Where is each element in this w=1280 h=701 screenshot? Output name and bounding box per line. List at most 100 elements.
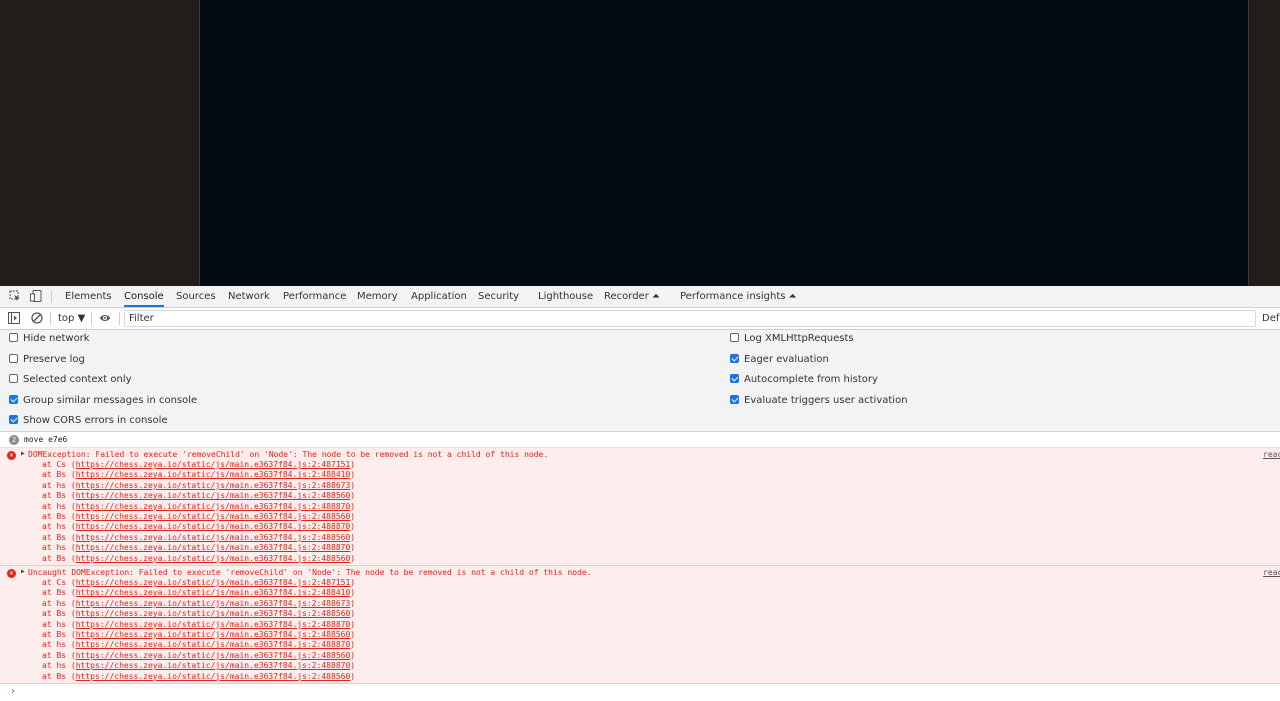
frame-function: hs <box>56 619 67 629</box>
right-panel <box>1249 0 1280 286</box>
error-icon: ✕ <box>7 569 16 578</box>
checkbox[interactable] <box>730 394 739 404</box>
error-message[interactable]: ✕ ▶ DOMException: Failed to execute 'remov… <box>0 448 1280 566</box>
frame-link[interactable]: https://chess.zeya.io/static/js/main.e36… <box>76 620 351 629</box>
filter-input[interactable]: Filter <box>124 310 1256 327</box>
frame-link[interactable]: https://chess.zeya.io/static/js/main.e36… <box>76 672 351 681</box>
setting-right-option[interactable]: Log XMLHttpRequests <box>730 332 854 346</box>
frame-link[interactable]: https://chess.zeya.io/static/js/main.e36… <box>76 533 351 542</box>
error-message[interactable]: ✕ ▶ Uncaught DOMException: Failed to execu… <box>0 566 1280 684</box>
expand-triangle-icon[interactable]: ▶ <box>21 568 25 575</box>
frame-function: hs <box>56 661 67 671</box>
checkbox[interactable] <box>9 353 18 363</box>
frame-link[interactable]: https://chess.zeya.io/static/js/main.e36… <box>76 470 351 479</box>
tab-application[interactable]: Application <box>411 286 467 307</box>
repeat-count-badge: 2 <box>9 435 19 445</box>
checkbox[interactable] <box>9 374 18 383</box>
expand-triangle-icon[interactable]: ▶ <box>21 450 25 457</box>
setting-left-option[interactable]: Hide network <box>9 332 90 346</box>
stack-frame: at Cs (https://chess.zeya.io/static/js/m… <box>42 578 356 587</box>
frame-function: Bs <box>56 629 67 639</box>
board-area[interactable] <box>199 0 1249 286</box>
stack-frame: at Bs (https://chess.zeya.io/static/js/m… <box>42 491 356 501</box>
page-viewport <box>0 0 1280 286</box>
eye-icon[interactable] <box>99 312 111 324</box>
tab-security[interactable]: Security <box>478 286 519 307</box>
clear-console-icon[interactable] <box>31 312 43 324</box>
checkbox[interactable] <box>730 333 739 342</box>
frame-function: Bs <box>56 671 67 681</box>
stack-frame: at hs (https://chess.zeya.io/static/js/m… <box>42 619 356 629</box>
option-label: Log XMLHttpRequests <box>744 333 854 344</box>
frame-link[interactable]: https://chess.zeya.io/static/js/main.e36… <box>76 651 351 660</box>
frame-link[interactable]: https://chess.zeya.io/static/js/main.e36… <box>76 578 351 587</box>
tab-elements[interactable]: Elements <box>65 286 112 307</box>
stack-trace: at Cs (https://chess.zeya.io/static/js/m… <box>42 460 355 564</box>
frame-function: Bs <box>56 650 67 660</box>
frame-link[interactable]: https://chess.zeya.io/static/js/main.e36… <box>76 481 351 490</box>
sidebar-toggle-icon[interactable] <box>8 312 20 324</box>
option-label: Evaluate triggers user activation <box>744 394 908 406</box>
setting-left-option[interactable]: Selected context only <box>9 373 132 387</box>
frame-link[interactable]: https://chess.zeya.io/static/js/main.e36… <box>76 599 351 608</box>
frame-link[interactable]: https://chess.zeya.io/static/js/main.e36… <box>76 640 351 649</box>
context-selector[interactable]: top ▼ <box>58 308 85 329</box>
frame-link[interactable]: https://chess.zeya.io/static/js/main.e36… <box>76 491 351 500</box>
console-prompt[interactable]: › <box>10 686 16 697</box>
tabbar-separator <box>51 290 52 303</box>
tab-memory[interactable]: Memory <box>357 286 398 307</box>
frame-link[interactable]: https://chess.zeya.io/static/js/main.e36… <box>76 543 351 552</box>
frame-link[interactable]: https://chess.zeya.io/static/js/main.e36… <box>76 588 351 597</box>
tab-console[interactable]: Console <box>124 286 164 307</box>
log-message-text: move e7e6 <box>24 435 68 444</box>
option-label: Show CORS errors in console <box>23 415 168 426</box>
stack-frame: at Cs (https://chess.zeya.io/static/js/m… <box>42 460 356 469</box>
frame-link[interactable]: https://chess.zeya.io/static/js/main.e36… <box>76 630 351 639</box>
frame-link[interactable]: https://chess.zeya.io/static/js/main.e36… <box>76 554 351 563</box>
setting-right-option[interactable]: Evaluate triggers user activation <box>730 394 908 408</box>
frame-link[interactable]: https://chess.zeya.io/static/js/main.e36… <box>76 522 351 531</box>
checkbox[interactable] <box>730 353 739 363</box>
setting-right-option[interactable]: Eager evaluation <box>730 353 829 367</box>
frame-function: Cs <box>56 578 67 587</box>
option-label: Autocomplete from history <box>744 374 878 385</box>
left-panel <box>0 0 199 286</box>
frame-function: Bs <box>56 553 67 563</box>
devtools-tabbar: Elements Console Sources Network Performance… <box>0 286 1280 308</box>
device-toolbar-icon[interactable] <box>30 290 42 302</box>
stack-frame: at Bs (https://chess.zeya.io/static/js/m… <box>42 588 356 598</box>
tab-network[interactable]: Network <box>228 286 270 307</box>
checkbox[interactable] <box>9 394 18 404</box>
error-source-link[interactable]: reac <box>1263 568 1280 577</box>
frame-function: Bs <box>56 470 67 480</box>
stack-frame: at Bs (https://chess.zeya.io/static/js/m… <box>42 511 356 521</box>
tab-performance-insights[interactable]: Performance insights ⏶ <box>680 286 797 307</box>
frame-link[interactable]: https://chess.zeya.io/static/js/main.e36… <box>76 661 351 670</box>
frame-link[interactable]: https://chess.zeya.io/static/js/main.e36… <box>76 460 351 469</box>
console-messages: 2 move e7e6 ✕ ▶ DOMException: Failed to ex… <box>0 432 1280 701</box>
option-label: Preserve log <box>23 353 85 365</box>
stack-frame: at Bs (https://chess.zeya.io/static/js/m… <box>42 671 356 681</box>
tab-lighthouse[interactable]: Lighthouse <box>538 286 593 307</box>
stack-frame: at hs (https://chess.zeya.io/static/js/m… <box>42 661 356 671</box>
tab-performance[interactable]: Performance <box>283 286 346 307</box>
frame-link[interactable]: https://chess.zeya.io/static/js/main.e36… <box>76 609 351 618</box>
tab-sources[interactable]: Sources <box>176 286 216 307</box>
frame-link[interactable]: https://chess.zeya.io/static/js/main.e36… <box>76 512 351 521</box>
inspect-element-icon[interactable] <box>9 290 21 302</box>
checkbox[interactable] <box>730 374 739 383</box>
setting-left-option[interactable]: Preserve log <box>9 353 85 367</box>
setting-left-option[interactable]: Group similar messages in console <box>9 394 197 408</box>
checkbox[interactable] <box>9 415 18 424</box>
stack-frame: at hs (https://chess.zeya.io/static/js/m… <box>42 480 356 490</box>
setting-left-option[interactable]: Show CORS errors in console <box>9 414 168 428</box>
option-label: Selected context only <box>23 374 132 385</box>
tab-recorder[interactable]: Recorder ⏶ <box>604 286 660 307</box>
stack-frame: at Bs (https://chess.zeya.io/static/js/m… <box>42 609 356 619</box>
checkbox[interactable] <box>9 333 18 342</box>
error-source-link[interactable]: reac <box>1263 450 1280 459</box>
log-levels-dropdown[interactable]: Def <box>1262 308 1279 329</box>
log-message: 2 move e7e6 <box>0 432 1280 448</box>
frame-link[interactable]: https://chess.zeya.io/static/js/main.e36… <box>76 502 351 511</box>
setting-right-option[interactable]: Autocomplete from history <box>730 373 878 387</box>
